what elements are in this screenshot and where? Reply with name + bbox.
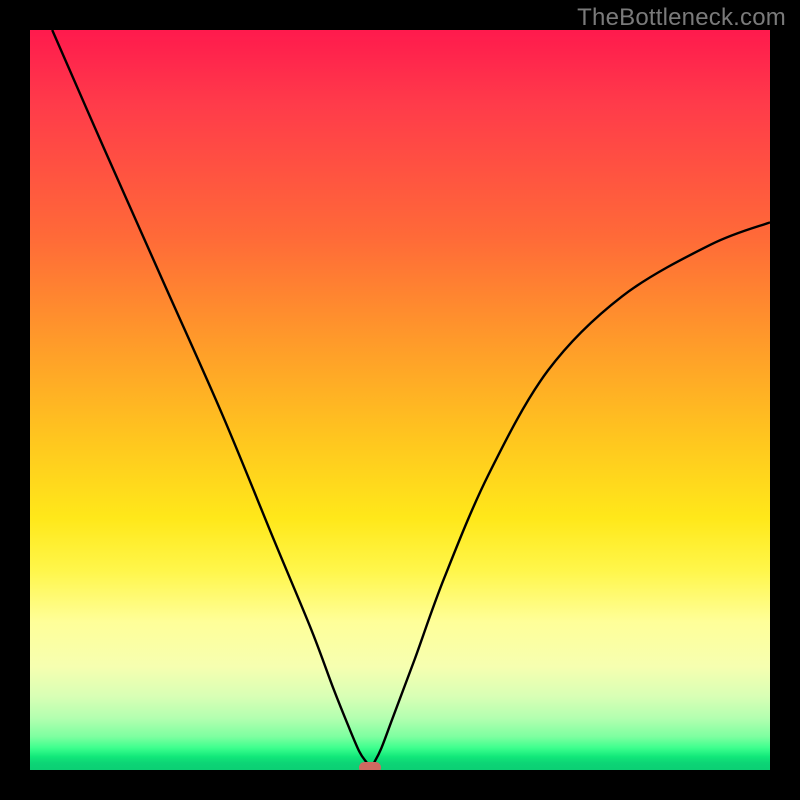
plot-area <box>30 30 770 770</box>
chart-frame: TheBottleneck.com <box>0 0 800 800</box>
curve-path <box>52 30 770 768</box>
watermark-text: TheBottleneck.com <box>577 4 786 32</box>
optimum-marker <box>359 762 381 770</box>
bottleneck-curve <box>30 30 770 770</box>
